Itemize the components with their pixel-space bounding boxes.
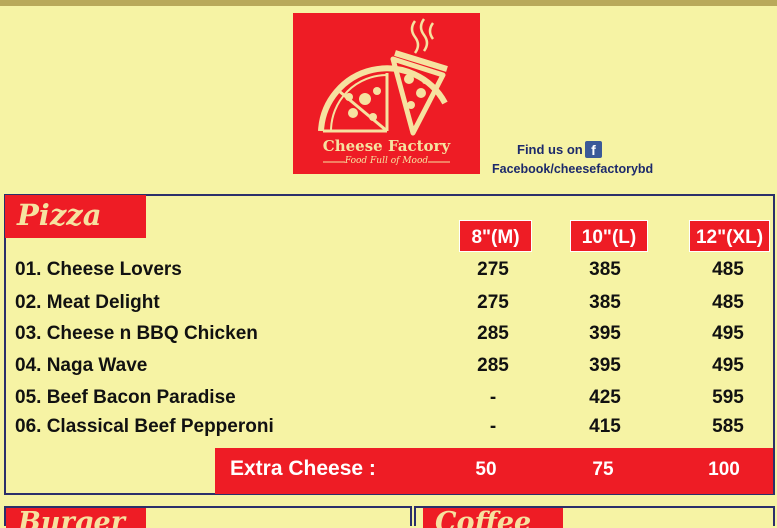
top-band	[0, 0, 777, 6]
price-large: 415	[589, 416, 621, 437]
facebook-icon[interactable]: f	[585, 141, 602, 158]
price-large: 395	[589, 323, 621, 344]
price-medium: 285	[477, 355, 509, 376]
menu-item-name: 06. Classical Beef Pepperoni	[15, 416, 274, 437]
menu-item-name: 02. Meat Delight	[15, 292, 160, 313]
size-xl-header: 12"(XL)	[689, 220, 770, 252]
price-xl: 495	[712, 323, 744, 344]
brand-tagline: Food Full of Mood	[344, 156, 429, 166]
size-medium-header: 8"(M)	[459, 220, 532, 252]
find-us-label: Find us on	[517, 142, 583, 157]
extra-price-large: 75	[592, 459, 614, 480]
price-large: 385	[589, 259, 621, 280]
menu-item-name: 01. Cheese Lovers	[15, 259, 182, 280]
price-xl: 495	[712, 355, 744, 376]
pizza-section-title: Pizza	[5, 195, 146, 238]
extra-price-medium: 50	[475, 459, 497, 480]
price-medium: -	[489, 416, 497, 437]
extra-price-xl: 100	[708, 459, 740, 480]
price-medium: 275	[477, 259, 509, 280]
size-large-header: 10"(L)	[570, 220, 648, 252]
brand-logo: Cheese Factory Food Full of Mood	[293, 13, 480, 174]
price-xl: 485	[712, 259, 744, 280]
price-medium: 285	[477, 323, 509, 344]
coffee-section-title: Coffee	[423, 508, 563, 528]
menu-item-name: 04. Naga Wave	[15, 355, 148, 376]
price-large: 385	[589, 292, 621, 313]
burger-section-title: Burger	[6, 508, 146, 528]
menu-item-name: 03. Cheese n BBQ Chicken	[15, 323, 258, 344]
price-xl: 585	[712, 416, 744, 437]
price-xl: 595	[712, 387, 744, 408]
price-large: 425	[589, 387, 621, 408]
price-large: 395	[589, 355, 621, 376]
price-medium: 275	[477, 292, 509, 313]
facebook-url[interactable]: Facebook/cheesefactorybd	[492, 162, 653, 176]
price-medium: -	[489, 387, 497, 408]
extra-cheese-label: Extra Cheese :	[230, 457, 376, 480]
menu-item-name: 05. Beef Bacon Paradise	[15, 387, 236, 408]
brand-name: Cheese Factory	[322, 137, 451, 155]
price-xl: 485	[712, 292, 744, 313]
